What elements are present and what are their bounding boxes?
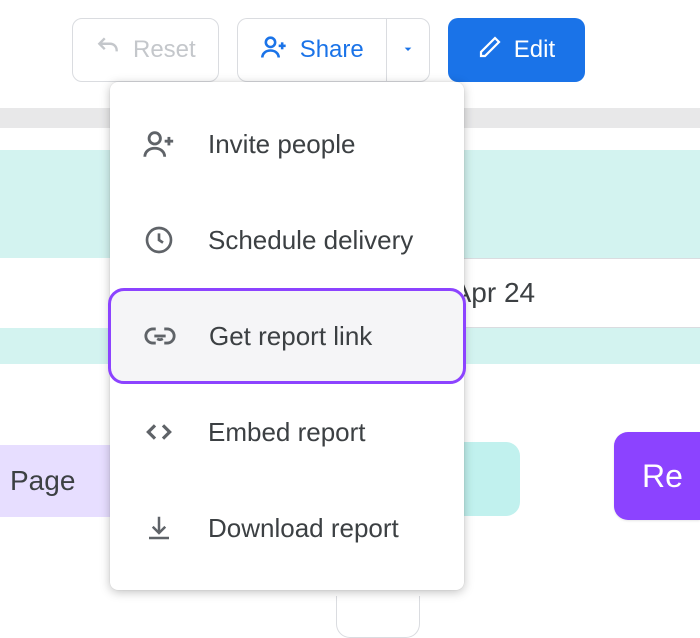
person-add-icon <box>140 127 178 161</box>
code-icon <box>140 416 178 448</box>
toolbar: Reset Share Edit <box>0 0 700 90</box>
reset-button[interactable]: Reset <box>72 18 219 82</box>
share-button-group: Share <box>237 18 430 82</box>
menu-item-invite-people[interactable]: Invite people <box>110 96 464 192</box>
menu-item-get-report-link[interactable]: Get report link <box>108 288 466 384</box>
edit-button[interactable]: Edit <box>448 18 585 82</box>
menu-item-label: Embed report <box>208 417 366 448</box>
reset-label: Reset <box>133 36 196 64</box>
share-button[interactable]: Share <box>237 18 386 82</box>
clock-icon <box>140 224 178 256</box>
download-icon <box>140 513 178 543</box>
menu-item-label: Download report <box>208 513 399 544</box>
purple-action-button[interactable]: Re <box>614 432 700 520</box>
share-dropdown-menu: Invite people Schedule delivery Get repo… <box>110 82 464 590</box>
share-dropdown-toggle[interactable] <box>386 18 430 82</box>
page-selector[interactable]: Page <box>0 445 120 517</box>
chevron-down-icon <box>400 36 416 64</box>
menu-item-download-report[interactable]: Download report <box>110 480 464 576</box>
share-label: Share <box>300 36 364 64</box>
pencil-icon <box>478 35 502 66</box>
link-icon <box>141 319 179 353</box>
menu-item-label: Invite people <box>208 129 355 160</box>
purple-action-label: Re <box>642 458 683 495</box>
menu-item-schedule-delivery[interactable]: Schedule delivery <box>110 192 464 288</box>
menu-item-embed-report[interactable]: Embed report <box>110 384 464 480</box>
menu-item-label: Schedule delivery <box>208 225 413 256</box>
person-add-icon <box>260 33 288 68</box>
tab-stub <box>336 596 420 638</box>
menu-item-label: Get report link <box>209 321 372 352</box>
undo-icon <box>95 34 121 67</box>
edit-label: Edit <box>514 36 555 64</box>
page-label: Page <box>10 465 75 497</box>
